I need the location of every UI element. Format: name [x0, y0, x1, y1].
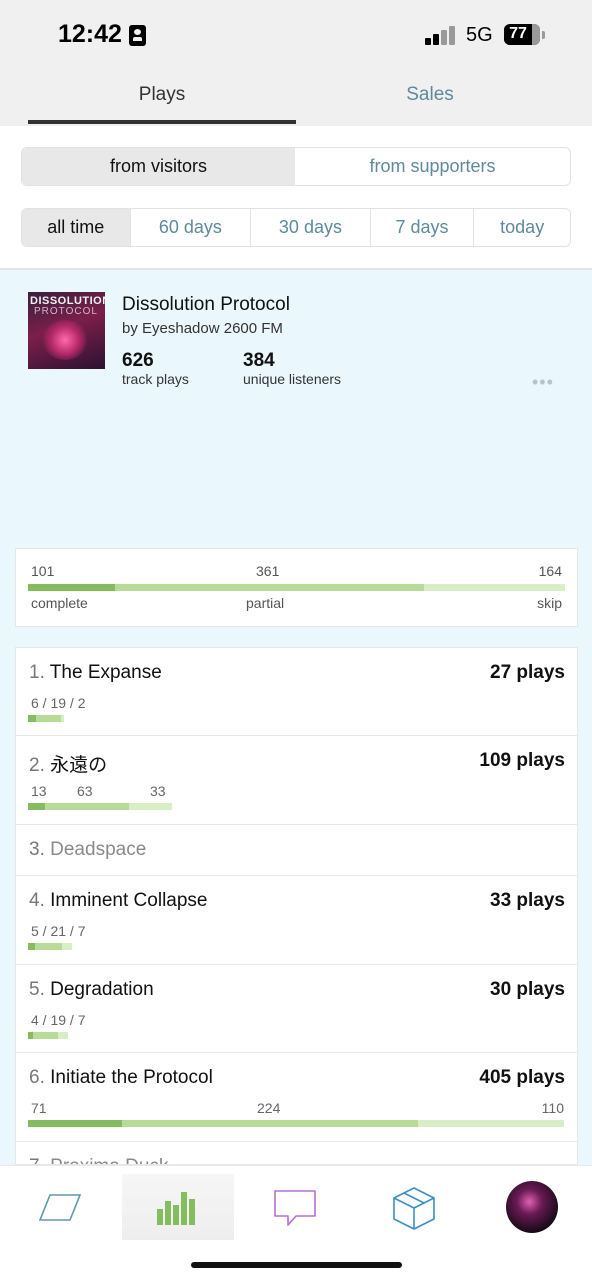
contact-card-icon: [129, 25, 146, 46]
track-title: 6. Initiate the Protocol: [29, 1067, 213, 1088]
track-breakdown: 4 / 19 / 7: [31, 1012, 86, 1028]
time-filter: all time 60 days 30 days 7 days today: [21, 208, 571, 247]
summary-skip-value: 164: [538, 563, 562, 579]
nav-profile[interactable]: [476, 1174, 588, 1240]
track-title: 7. Proxima Duck: [29, 1156, 168, 1164]
home-indicator: [191, 1262, 402, 1268]
cover-art-glow: [42, 320, 88, 360]
partial-bar: [121, 1120, 419, 1127]
merch-box-icon: [393, 1187, 435, 1230]
unique-listeners-count: 384: [243, 350, 275, 371]
play-summary-card: 101 361 164 complete partial skip: [15, 548, 578, 627]
track-list: 1. The Expanse 27 plays 6 / 19 / 2 2. 永遠…: [15, 647, 578, 1165]
summary-skip-label: skip: [537, 595, 562, 611]
profile-avatar: [506, 1181, 558, 1233]
track-title: 1. The Expanse: [29, 662, 162, 683]
skip-count: 110: [541, 1100, 564, 1116]
more-options-button[interactable]: •••: [532, 372, 554, 393]
source-filter: from visitors from supporters: [21, 147, 571, 186]
track-breakdown: 5 / 21 / 7: [31, 923, 86, 939]
skip-count: 33: [150, 783, 166, 799]
track-title: 2. 永遠の: [29, 755, 108, 776]
complete-bar: [28, 943, 35, 950]
nav-merch[interactable]: [358, 1174, 470, 1240]
complete-bar: [28, 1120, 122, 1127]
partial-count: 224: [257, 1100, 281, 1116]
summary-skip-bar: [424, 584, 565, 591]
skip-bar: [58, 1032, 68, 1039]
track-breakdown: 6 / 19 / 2: [31, 695, 86, 711]
track-plays-label: track plays: [122, 371, 189, 387]
cover-subtitle-text: PROTOCOL: [34, 306, 98, 317]
nav-messages[interactable]: [240, 1174, 352, 1240]
skip-bar: [128, 803, 173, 810]
partial-bar: [33, 1032, 59, 1039]
track-title: 3. Deadspace: [29, 839, 147, 860]
filter-today[interactable]: today: [474, 209, 570, 246]
track-plays: 27 plays: [490, 662, 565, 683]
feed-icon: [38, 1194, 82, 1221]
track-row-2[interactable]: 2. 永遠の 109 plays 13 63 33: [16, 736, 577, 825]
battery-tip: [542, 31, 545, 39]
partial-count: 63: [77, 783, 93, 799]
nav-feed[interactable]: [4, 1174, 116, 1240]
track-title: 5. Degradation: [29, 979, 154, 1000]
filter-all-time[interactable]: all time: [22, 209, 131, 246]
complete-bar: [28, 715, 36, 722]
summary-partial-value: 361: [256, 563, 280, 579]
network-type: 5G: [466, 24, 493, 46]
filter-7-days[interactable]: 7 days: [371, 209, 475, 246]
album-artist: by Eyeshadow 2600 FM: [122, 320, 283, 337]
track-title: 4. Imminent Collapse: [29, 890, 208, 911]
partial-bar: [35, 715, 62, 722]
filter-from-supporters[interactable]: from supporters: [295, 148, 570, 185]
summary-partial-bar: [114, 584, 425, 591]
summary-complete-bar: [28, 584, 115, 591]
complete-count: 13: [31, 783, 47, 799]
unique-listeners-label: unique listeners: [243, 371, 342, 387]
battery-icon: 77: [504, 24, 540, 45]
filter-30-days[interactable]: 30 days: [251, 209, 371, 246]
status-time: 12:42: [58, 20, 122, 48]
nav-stats[interactable]: [122, 1174, 234, 1240]
top-tabs: Plays Sales: [0, 62, 592, 126]
track-row-5[interactable]: 5. Degradation 30 plays 4 / 19 / 7: [16, 965, 577, 1053]
complete-bar: [28, 803, 46, 810]
skip-bar: [61, 715, 64, 722]
skip-bar: [62, 943, 72, 950]
summary-complete-value: 101: [31, 563, 55, 579]
messages-icon: [274, 1190, 316, 1226]
track-row-3[interactable]: 3. Deadspace: [16, 825, 577, 876]
cellular-signal-icon: [425, 26, 457, 45]
filter-from-visitors[interactable]: from visitors: [22, 148, 295, 185]
complete-count: 71: [31, 1100, 47, 1116]
track-row-7[interactable]: 7. Proxima Duck: [16, 1142, 577, 1164]
tab-sales[interactable]: Sales: [296, 84, 564, 106]
track-plays: 30 plays: [490, 979, 565, 1000]
partial-bar: [34, 943, 63, 950]
summary-partial-label: partial: [246, 595, 285, 611]
track-plays-count: 626: [122, 350, 154, 371]
active-tab-indicator: [28, 120, 296, 124]
track-plays: 109 plays: [479, 750, 565, 771]
tab-plays[interactable]: Plays: [28, 84, 296, 106]
skip-bar: [418, 1120, 564, 1127]
filter-60-days[interactable]: 60 days: [131, 209, 252, 246]
album-title[interactable]: Dissolution Protocol: [122, 294, 290, 316]
battery-level: 77: [509, 25, 527, 42]
track-row-1[interactable]: 1. The Expanse 27 plays 6 / 19 / 2: [16, 648, 577, 736]
partial-bar: [45, 803, 129, 810]
status-bar: 12:42 5G 77: [0, 0, 592, 62]
track-row-4[interactable]: 4. Imminent Collapse 33 plays 5 / 21 / 7: [16, 876, 577, 965]
stats-icon: [157, 1192, 195, 1225]
track-plays: 405 plays: [479, 1067, 565, 1088]
album-cover[interactable]: DISSOLUTION PROTOCOL: [28, 292, 105, 369]
track-row-6[interactable]: 6. Initiate the Protocol 405 plays 71 22…: [16, 1053, 577, 1142]
track-plays: 33 plays: [490, 890, 565, 911]
summary-complete-label: complete: [31, 595, 88, 611]
